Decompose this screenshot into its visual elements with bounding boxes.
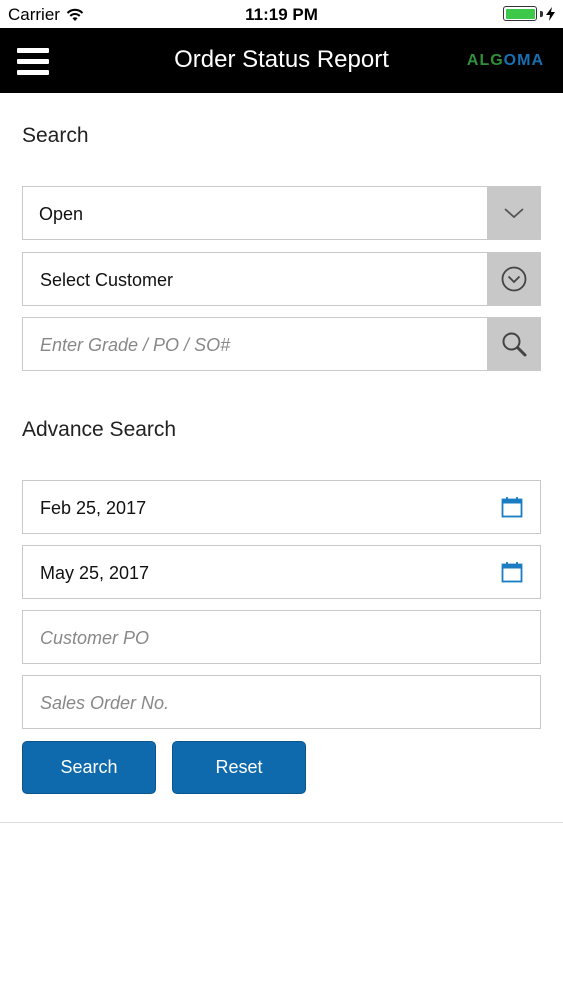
search-heading: Search bbox=[22, 124, 89, 147]
chevron-down-icon bbox=[503, 208, 524, 219]
circle-chevron-down-icon bbox=[501, 266, 526, 292]
status-dropdown-button[interactable] bbox=[487, 187, 540, 239]
customer-select-value: Select Customer bbox=[40, 270, 174, 290]
customer-dropdown-button[interactable] bbox=[487, 253, 540, 305]
grade-po-so-search-field[interactable]: Enter Grade / PO / SO# bbox=[22, 317, 541, 371]
to-date-field[interactable]: May 25, 2017 bbox=[22, 545, 541, 599]
reset-button[interactable]: Reset bbox=[172, 741, 306, 794]
search-icon bbox=[502, 332, 526, 357]
to-date-value: May 25, 2017 bbox=[40, 563, 150, 583]
from-date-field[interactable]: Feb 25, 2017 bbox=[22, 480, 541, 534]
calendar-icon[interactable] bbox=[501, 496, 523, 518]
divider bbox=[0, 822, 563, 823]
status-bar: Carrier 11:19 PM bbox=[0, 0, 563, 28]
algoma-logo: ALGOMA bbox=[466, 52, 544, 69]
customer-po-placeholder: Customer PO bbox=[40, 628, 150, 648]
calendar-icon[interactable] bbox=[501, 561, 523, 583]
battery-icon bbox=[503, 6, 537, 21]
nav-bar: Order Status Report ALGOMA bbox=[0, 28, 563, 93]
charging-bolt-icon bbox=[546, 6, 555, 21]
search-submit-button[interactable] bbox=[487, 318, 540, 370]
grade-po-so-placeholder: Enter Grade / PO / SO# bbox=[40, 335, 231, 355]
battery-indicator bbox=[503, 6, 555, 21]
customer-select[interactable]: Select Customer bbox=[22, 252, 541, 306]
search-button[interactable]: Search bbox=[22, 741, 156, 794]
sales-order-placeholder: Sales Order No. bbox=[40, 693, 170, 713]
status-select[interactable]: Open bbox=[22, 186, 541, 240]
sales-order-field[interactable]: Sales Order No. bbox=[22, 675, 541, 729]
clock: 11:19 PM bbox=[245, 5, 318, 24]
customer-po-field[interactable]: Customer PO bbox=[22, 610, 541, 664]
advance-search-heading: Advance Search bbox=[22, 418, 177, 441]
from-date-value: Feb 25, 2017 bbox=[40, 498, 147, 518]
status-select-value: Open bbox=[39, 204, 84, 224]
